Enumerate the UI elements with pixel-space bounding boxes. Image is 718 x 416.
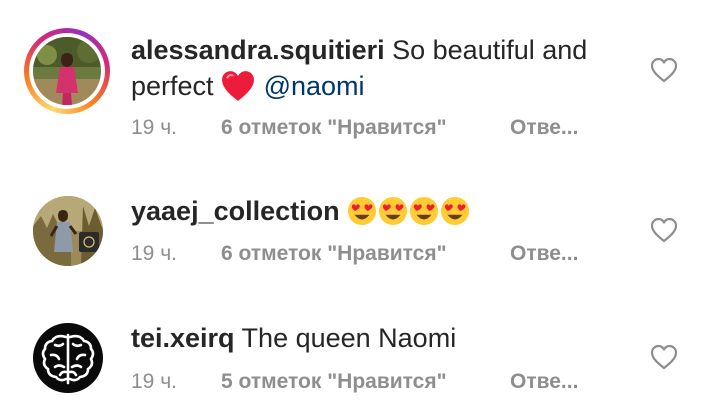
mention-link[interactable]: @naomi — [264, 71, 365, 101]
comment-username[interactable]: tei.xeirq — [131, 323, 235, 353]
comment-time: 19 ч. — [131, 116, 177, 139]
comment-time: 19 ч. — [131, 242, 177, 265]
avatar-story-ring[interactable] — [24, 28, 110, 114]
like-heart-icon[interactable] — [650, 217, 678, 243]
like-heart-icon[interactable] — [650, 344, 678, 370]
heart-eyes-emoji-icon — [410, 196, 439, 226]
heart-eyes-emoji-icon — [348, 196, 377, 226]
red-heart-icon — [222, 71, 254, 101]
avatar[interactable] — [33, 196, 103, 266]
comment-text: alessandra.squitieri So beautiful and pe… — [131, 32, 601, 104]
heart-eyes-emoji-icon — [441, 196, 470, 226]
comment-username[interactable]: yaaej_collection — [131, 196, 340, 226]
comment-username[interactable]: alessandra.squitieri — [131, 35, 385, 65]
comment-body: So beautiful and — [384, 35, 588, 65]
comment-body — [340, 196, 348, 226]
heart-eyes-emoji-icon — [379, 196, 408, 226]
comment-body: The queen Naomi — [234, 323, 457, 353]
comment-text: yaaej_collection — [131, 193, 601, 229]
like-heart-icon[interactable] — [650, 57, 678, 83]
comment-time: 19 ч. — [131, 370, 177, 393]
comment-body-line2: perfect — [131, 71, 222, 101]
comment-text: tei.xeirq The queen Naomi — [131, 320, 601, 356]
avatar[interactable] — [33, 37, 101, 105]
reply-button[interactable]: Отве... — [510, 116, 578, 140]
avatar[interactable] — [33, 323, 103, 393]
reply-button[interactable]: Отве... — [510, 370, 578, 394]
likes-count-link[interactable]: 5 отметок "Нравится" — [221, 370, 447, 394]
reply-button[interactable]: Отве... — [510, 242, 578, 266]
likes-count-link[interactable]: 6 отметок "Нравится" — [221, 116, 447, 140]
likes-count-link[interactable]: 6 отметок "Нравится" — [221, 242, 447, 266]
